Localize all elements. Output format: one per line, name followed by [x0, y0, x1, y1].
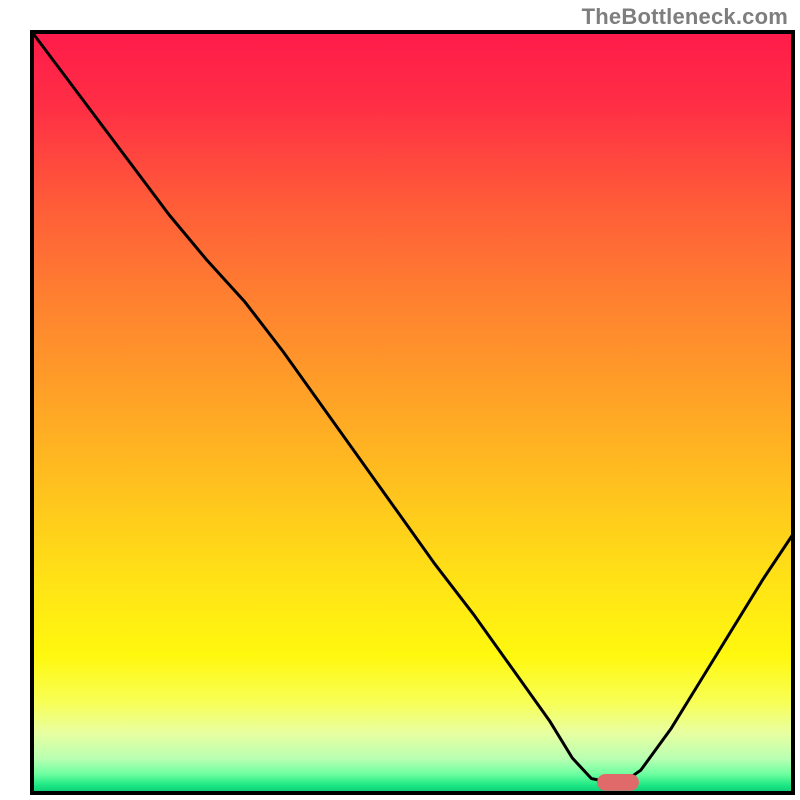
watermark-label: TheBottleneck.com: [582, 4, 788, 30]
optimal-marker: [597, 774, 639, 791]
gradient-background: [32, 32, 793, 793]
chart-container: TheBottleneck.com: [0, 0, 800, 800]
bottleneck-chart: [0, 0, 800, 800]
